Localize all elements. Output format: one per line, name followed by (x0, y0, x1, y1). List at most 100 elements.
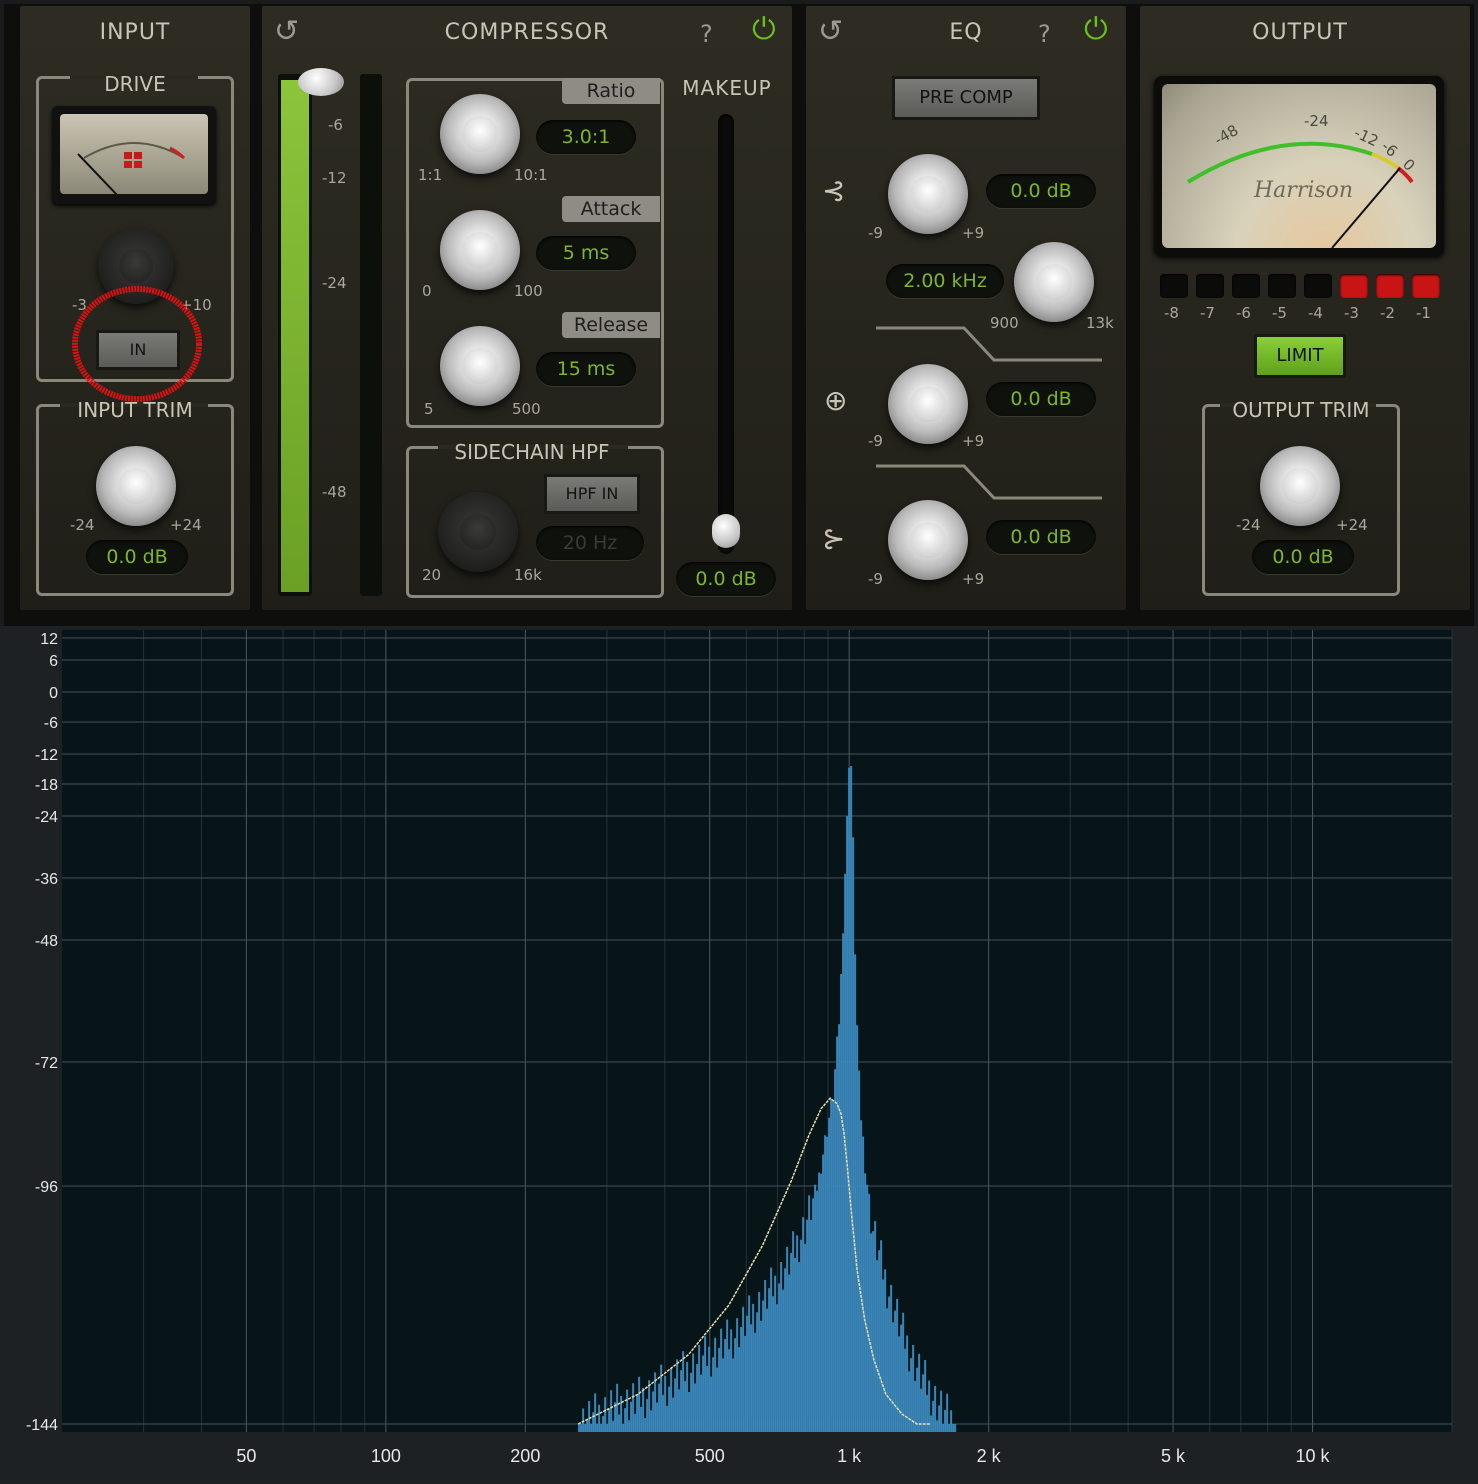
eq-band1-max: +9 (962, 224, 985, 242)
spectrum-bar (806, 1219, 809, 1432)
spectrum-bar (724, 1338, 727, 1432)
spectrum-bar (898, 1336, 901, 1432)
spectrum-bar (816, 1190, 819, 1432)
eq-reset-icon[interactable]: ↺ (818, 14, 843, 49)
spectrum-bar (696, 1364, 699, 1432)
spectrum-bar (854, 954, 857, 1432)
spectrum-bar (766, 1308, 769, 1432)
eq-freq-knob[interactable] (1014, 242, 1094, 322)
eq-power-icon[interactable]: ⏻ (1084, 12, 1108, 47)
compressor-power-icon[interactable]: ⏻ (752, 12, 776, 47)
spectrum-bar (726, 1319, 729, 1432)
compressor-reset-icon[interactable]: ↺ (274, 14, 299, 49)
spectrum-bar (800, 1239, 803, 1432)
gr-label-7: -7 (1200, 304, 1215, 322)
eq-band3-display: 0.0 dB (986, 520, 1096, 554)
pre-comp-button[interactable]: PRE COMP (892, 76, 1040, 120)
limit-button[interactable]: LIMIT (1254, 334, 1346, 378)
eq-listen-icon[interactable]: ? (1038, 20, 1051, 48)
eq-band2-knob[interactable] (888, 364, 968, 444)
gr-led-5 (1268, 274, 1296, 298)
ratio-knob[interactable] (440, 94, 520, 174)
spectrum-bar (656, 1402, 659, 1432)
spectrum-bar (886, 1308, 889, 1432)
hpf-max: 16k (514, 566, 542, 584)
spectrum-bar (616, 1383, 619, 1432)
spectrum-bar (586, 1419, 589, 1432)
attack-knob[interactable] (440, 210, 520, 290)
gr-label-4: -4 (1308, 304, 1323, 322)
spectrum-bar (948, 1424, 951, 1432)
spectrum-bar (872, 1231, 875, 1432)
sidechain-label: SIDECHAIN HPF (454, 440, 610, 464)
ratio-tab: Ratio (562, 78, 660, 104)
input-level-meter (278, 74, 312, 596)
spectrum-bar (954, 1424, 957, 1432)
spectrum-bar (926, 1394, 929, 1432)
meter-scale-6: -6 (328, 116, 343, 134)
input-title: INPUT (99, 20, 171, 45)
release-max: 500 (512, 400, 541, 418)
spectrum-bar (762, 1300, 765, 1432)
compressor-listen-icon[interactable]: ? (700, 20, 713, 48)
spectrum-bar (768, 1288, 771, 1432)
spectrum-bar (808, 1195, 811, 1432)
spectrum-bar (614, 1402, 617, 1432)
mid-bell-icon: ⊕ (824, 384, 848, 417)
spectrum-bar (904, 1348, 907, 1432)
spectrum-bar (624, 1408, 627, 1432)
output-trim-knob[interactable] (1260, 446, 1340, 526)
spectrum-bar (850, 766, 853, 1432)
sidechain-knob[interactable] (438, 492, 518, 572)
spectrum-bar (618, 1414, 621, 1432)
spectrum-bar (700, 1374, 703, 1432)
spectrum-bar (772, 1296, 775, 1432)
x-tick-label: 200 (510, 1446, 540, 1466)
output-trim-max: +24 (1336, 516, 1368, 534)
spectrum-bar (804, 1243, 807, 1432)
eq-band1-min: -9 (868, 224, 883, 242)
low-shelf-icon: ⊰ (822, 174, 846, 207)
spectrum-bar (832, 1100, 835, 1432)
spectrum-bar (810, 1220, 813, 1432)
spectrum-bar (690, 1372, 693, 1432)
hpf-in-button[interactable]: HPF IN (544, 474, 640, 514)
meter-scale-48: -48 (322, 483, 347, 501)
makeup-fader-handle[interactable] (712, 514, 740, 548)
spectrum-bar (930, 1415, 933, 1432)
spectrum-bar (640, 1406, 643, 1432)
eq-band3-knob[interactable] (888, 500, 968, 580)
spectrum-bar (896, 1298, 899, 1432)
input-level-handle[interactable] (298, 68, 344, 96)
spectrum-bar (664, 1375, 667, 1432)
spectrum-bar (636, 1395, 639, 1432)
eq-band1-display: 0.0 dB (986, 174, 1096, 208)
spectrum-bar (892, 1322, 895, 1432)
vu-meter-face (1186, 141, 1414, 248)
eq-band2-display: 0.0 dB (986, 382, 1096, 416)
release-knob[interactable] (440, 326, 520, 406)
attack-tab: Attack (562, 196, 660, 222)
eq-band3-min: -9 (868, 570, 883, 588)
vu-meter: -48 -24 -12 -6 0 Harrison (1154, 76, 1444, 256)
spectrum-bar (796, 1235, 799, 1432)
spectrum-bar (638, 1376, 641, 1432)
spectrum-bar (784, 1268, 787, 1432)
spectrum-bar (912, 1344, 915, 1432)
spectrum-bar (650, 1410, 653, 1432)
spectrum-bar (916, 1367, 919, 1432)
spectrum-bar (856, 1025, 859, 1432)
spectrum-bar (878, 1250, 881, 1432)
gr-led-3 (1340, 274, 1368, 298)
spectrum-bar (888, 1296, 891, 1432)
spectrum-bar (612, 1420, 615, 1432)
eq-band1-knob[interactable] (888, 154, 968, 234)
gr-led-7 (1196, 274, 1224, 298)
eq-panel: ↺ EQ ? ⏻ PRE COMP ⊰ 0.0 dB -9 +9 2.00 kH… (806, 6, 1126, 610)
gr-led-6 (1232, 274, 1260, 298)
compressor-panel: ↺ COMPRESSOR ? ⏻ -6 -12 -24 -48 Ratio 3.… (262, 6, 792, 610)
spectrum-bar (680, 1370, 683, 1432)
spectrum-bar (770, 1267, 773, 1432)
input-trim-knob[interactable] (96, 446, 176, 526)
spectrum-bar (826, 1136, 829, 1432)
